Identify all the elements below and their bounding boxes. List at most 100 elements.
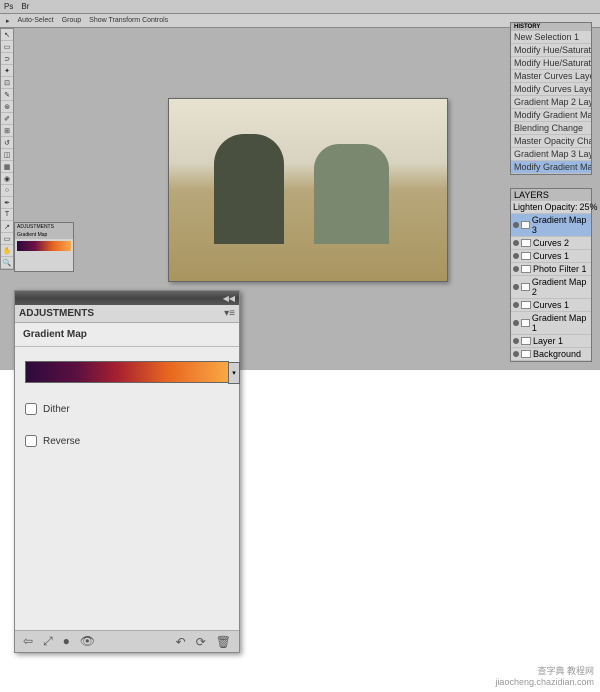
eye-icon[interactable] xyxy=(513,284,519,290)
toolbox: ↖ ▭ ⊃ ✦ ⊡ ✎ ⊛ ✐ ⊞ ↺ ◫ ▦ ◉ ○ ✒ T ↗ ▭ ✋ 🔍 xyxy=(0,28,14,270)
lasso-tool[interactable]: ⊃ xyxy=(1,53,13,65)
history-item[interactable]: Master Curves Layer xyxy=(511,70,591,83)
eyedropper-tool[interactable]: ✎ xyxy=(1,89,13,101)
layer-name: Gradient Map 3 xyxy=(532,215,589,235)
wand-tool[interactable]: ✦ xyxy=(1,65,13,77)
hand-tool[interactable]: ✋ xyxy=(1,245,13,257)
path-tool[interactable]: ↗ xyxy=(1,221,13,233)
move-tool-icon: ▸ xyxy=(6,17,10,25)
brush-tool[interactable]: ✐ xyxy=(1,113,13,125)
shape-tool[interactable]: ▭ xyxy=(1,233,13,245)
history-item[interactable]: New Selection 1 xyxy=(511,31,591,44)
dither-checkbox[interactable] xyxy=(25,403,37,415)
layer-row[interactable]: Photo Filter 1 xyxy=(511,263,591,276)
layer-row[interactable]: Layer 1 xyxy=(511,335,591,348)
history-list: New Selection 1Modify Hue/Saturation Lay… xyxy=(511,31,591,174)
previous-icon[interactable]: ↶ xyxy=(176,635,186,649)
history-item[interactable]: Modify Hue/Saturation Layer xyxy=(511,44,591,57)
watermark-line2: jiaocheng.chazidian.com xyxy=(495,677,594,688)
layer-row[interactable]: Curves 1 xyxy=(511,250,591,263)
reverse-checkbox[interactable] xyxy=(25,435,37,447)
eye-icon[interactable] xyxy=(513,351,519,357)
adjustments-tab[interactable]: ADJUSTMENTS xyxy=(19,308,94,319)
layers-header: LAYERS xyxy=(511,189,591,201)
layer-row[interactable]: Gradient Map 2 xyxy=(511,276,591,299)
blur-tool[interactable]: ◉ xyxy=(1,173,13,185)
layers-blend-row: Lighten Opacity: 25% xyxy=(511,201,591,214)
history-item[interactable]: Gradient Map 2 Layer xyxy=(511,96,591,109)
move-tool[interactable]: ↖ xyxy=(1,29,13,41)
mini-adj-title: ADJUSTMENTS xyxy=(15,223,73,231)
reset-icon[interactable]: ⟳ xyxy=(196,635,206,649)
stamp-tool[interactable]: ⊞ xyxy=(1,125,13,137)
layer-row[interactable]: Gradient Map 1 xyxy=(511,312,591,335)
panel-menu-icon[interactable]: ▾≡ xyxy=(224,308,235,319)
crop-tool[interactable]: ⊡ xyxy=(1,77,13,89)
gradient-dropdown-icon[interactable]: ▾ xyxy=(228,362,240,384)
type-tool[interactable]: T xyxy=(1,209,13,221)
layer-name: Gradient Map 2 xyxy=(532,277,589,297)
eraser-tool[interactable]: ◫ xyxy=(1,149,13,161)
visibility-icon[interactable]: 👁 xyxy=(80,634,95,649)
eye-icon[interactable] xyxy=(513,222,519,228)
show-transform-controls[interactable]: Show Transform Controls xyxy=(89,17,168,24)
app-icon-ps[interactable]: Ps xyxy=(4,2,13,11)
marquee-tool[interactable]: ▭ xyxy=(1,41,13,53)
gradient-tool[interactable]: ▦ xyxy=(1,161,13,173)
dodge-tool[interactable]: ○ xyxy=(1,185,13,197)
history-item[interactable]: Master Opacity Change xyxy=(511,135,591,148)
layer-name: Background xyxy=(533,349,581,359)
eye-icon[interactable] xyxy=(513,266,519,272)
trash-icon[interactable]: 🗑 xyxy=(216,635,231,649)
group-dropdown[interactable]: Group xyxy=(62,17,81,24)
layer-thumb xyxy=(521,301,531,309)
pen-tool[interactable]: ✒ xyxy=(1,197,13,209)
eye-icon[interactable] xyxy=(513,253,519,259)
expand-icon[interactable]: ⤢ xyxy=(43,634,53,649)
watermark: 查字典 教程网 jiaocheng.chazidian.com xyxy=(495,666,594,688)
dither-label: Dither xyxy=(43,404,70,415)
history-item[interactable]: Modify Gradient Map Layer xyxy=(511,109,591,122)
collapse-icon[interactable]: ◀◀ xyxy=(223,294,235,303)
layer-row[interactable]: Curves 2 xyxy=(511,237,591,250)
auto-select-label: Auto-Select xyxy=(18,17,54,24)
clip-icon[interactable]: ● xyxy=(63,634,70,649)
adjustments-panel: ◀◀ ADJUSTMENTS ▾≡ Gradient Map ▾ Dither … xyxy=(14,290,240,653)
layer-name: Layer 1 xyxy=(533,336,563,346)
layer-row[interactable]: Gradient Map 3 xyxy=(511,214,591,237)
blend-mode[interactable]: Lighten xyxy=(513,202,543,212)
layer-row[interactable]: Background xyxy=(511,348,591,361)
mini-adj-type: Gradient Map xyxy=(15,231,73,239)
history-item[interactable]: Modify Gradient Map Layer xyxy=(511,161,591,174)
layers-list: Gradient Map 3Curves 2Curves 1Photo Filt… xyxy=(511,214,591,361)
layer-name: Photo Filter 1 xyxy=(533,264,587,274)
eye-icon[interactable] xyxy=(513,338,519,344)
mini-gradient-preview[interactable] xyxy=(17,241,71,251)
healing-tool[interactable]: ⊛ xyxy=(1,101,13,113)
eye-icon[interactable] xyxy=(513,240,519,246)
eye-icon[interactable] xyxy=(513,302,519,308)
reverse-label: Reverse xyxy=(43,436,80,447)
layer-row[interactable]: Curves 1 xyxy=(511,299,591,312)
history-item[interactable]: Blending Change xyxy=(511,122,591,135)
history-item[interactable]: Modify Curves Layer xyxy=(511,83,591,96)
layer-name: Curves 2 xyxy=(533,238,569,248)
opacity-value[interactable]: 25% xyxy=(580,202,598,212)
mini-adjustments-panel: ADJUSTMENTS Gradient Map xyxy=(14,222,74,272)
panel-titlebar[interactable]: ◀◀ xyxy=(15,291,239,305)
back-icon[interactable]: ⇦ xyxy=(23,634,33,649)
history-item[interactable]: Gradient Map 3 Layer xyxy=(511,148,591,161)
menubar: Ps Br xyxy=(0,0,600,14)
layer-name: Curves 1 xyxy=(533,300,569,310)
reverse-row: Reverse xyxy=(25,435,229,447)
zoom-tool[interactable]: 🔍 xyxy=(1,257,13,269)
opacity-label: Opacity: xyxy=(545,202,578,212)
eye-icon[interactable] xyxy=(513,320,519,326)
panel-body: ▾ Dither Reverse xyxy=(15,347,239,461)
history-brush-tool[interactable]: ↺ xyxy=(1,137,13,149)
app-icon-br[interactable]: Br xyxy=(21,2,29,11)
history-item[interactable]: Modify Hue/Saturation Layer xyxy=(511,57,591,70)
panel-footer: ⇦ ⤢ ● 👁 ↶ ⟳ 🗑 xyxy=(15,630,239,652)
gradient-preview[interactable]: ▾ xyxy=(25,361,229,383)
document-canvas[interactable] xyxy=(168,98,448,282)
